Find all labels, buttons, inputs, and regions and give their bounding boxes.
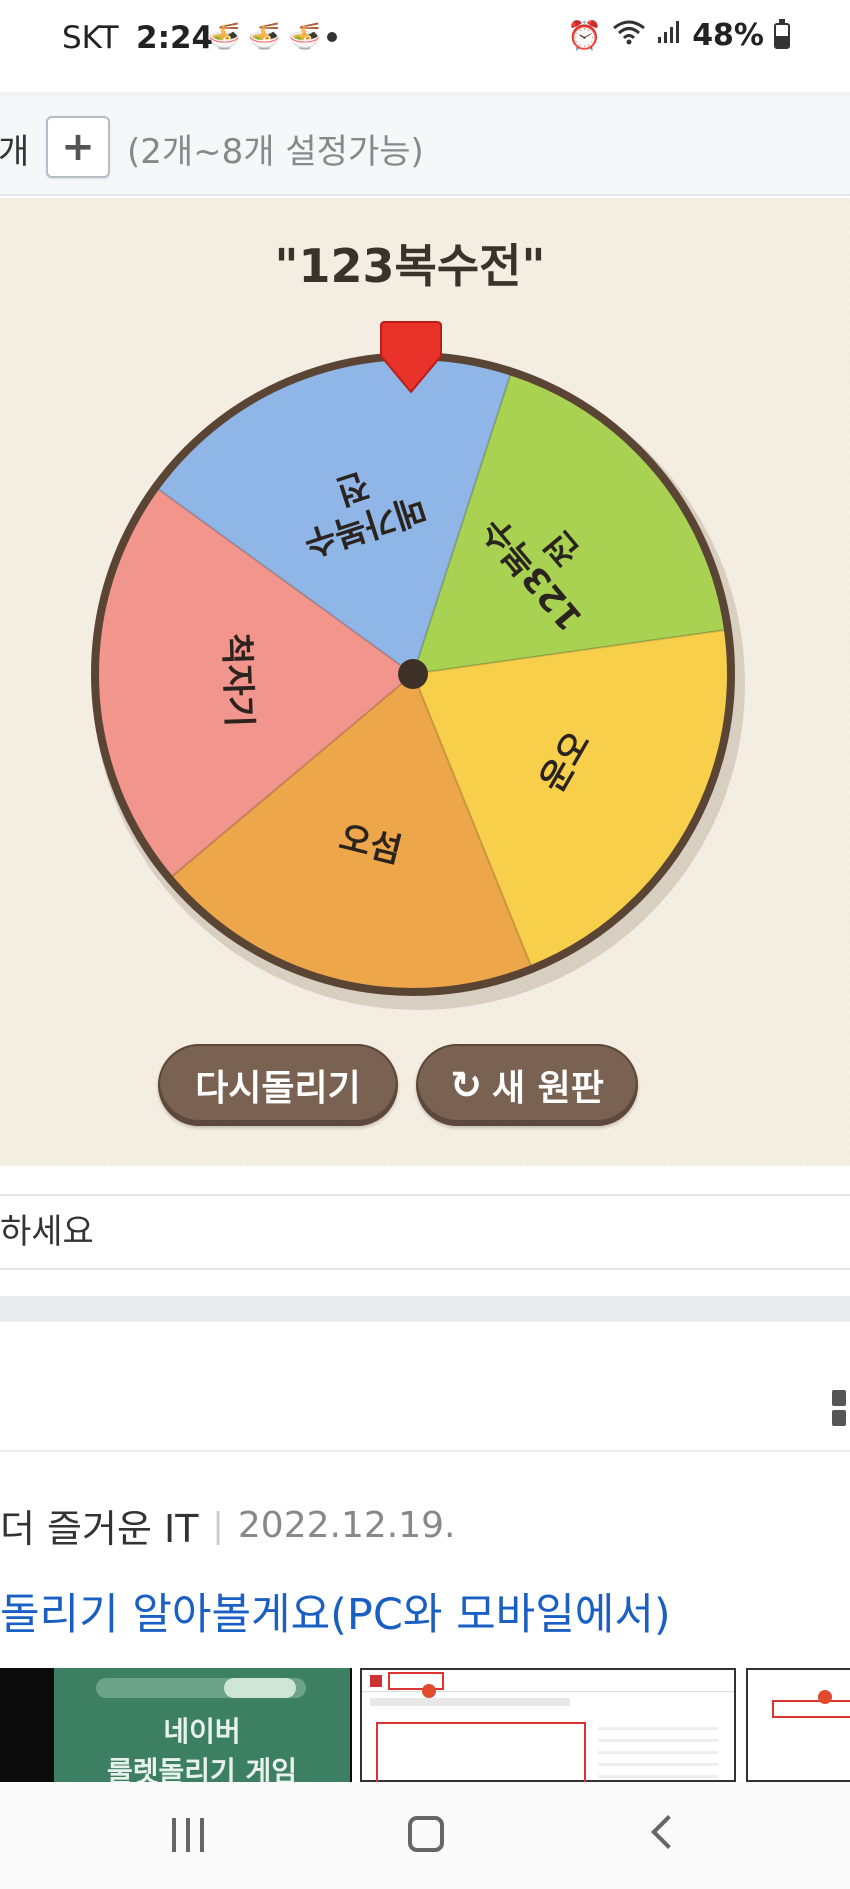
article-thumbnails: 네이버 룰렛돌리기 게임 (0, 1668, 850, 1782)
thumbnail-text-1: 네이버 (163, 1715, 241, 1748)
home-icon[interactable] (408, 1816, 444, 1852)
blog-name[interactable]: 더 즐거운 IT (0, 1498, 198, 1553)
meta-separator: | (212, 1505, 224, 1546)
new-wheel-button[interactable]: ↻ 새 원판 (416, 1044, 638, 1126)
thumbnail-badge (422, 1684, 436, 1698)
noodle-icon: 🍜 (208, 22, 241, 52)
thumbnail-highlight-panel (376, 1722, 586, 1782)
carrier-label: SKT (62, 20, 119, 56)
noodle-icon: 🍜 (248, 22, 281, 52)
thumbnail-logo (370, 1675, 382, 1687)
thumbnail-highlight (772, 1700, 850, 1718)
thumbnail-side-list (598, 1722, 718, 1778)
count-hint: (2개~8개 설정가능) (127, 132, 424, 172)
roulette-wheel[interactable]: 123복수전운오오섬척자기메가복수전 (0, 198, 850, 1018)
thumbnail-text-2: 룰렛돌리기 게임 (106, 1755, 298, 1782)
thumbnail-highlight (388, 1672, 444, 1690)
respin-button[interactable]: 다시돌리기 (158, 1044, 398, 1126)
thumbnail-badge (818, 1690, 832, 1704)
signal-icon (656, 19, 682, 52)
noodle-icon: 🍜 (288, 22, 322, 52)
item-input[interactable] (0, 1196, 850, 1268)
article-title-link[interactable]: 돌리기 알아볼게요(PC와 모바일에서) (0, 1580, 671, 1642)
grid-view-icon[interactable] (832, 1390, 850, 1430)
status-right: ⏰ 48% (567, 18, 790, 53)
clock: 2:24 (136, 20, 214, 56)
thumbnail-2[interactable] (360, 1668, 736, 1782)
recents-icon[interactable] (172, 1818, 204, 1852)
alarm-icon: ⏰ (567, 19, 603, 52)
slice-label-text: 척자기 (216, 633, 259, 728)
slice-label: 척자기 (216, 633, 259, 728)
battery-icon (774, 18, 790, 49)
more-notifications-dot (327, 32, 337, 42)
slice-count-bar: 개 + (2개~8개 설정가능) (0, 96, 850, 196)
system-nav-bar (0, 1782, 850, 1889)
add-slice-button[interactable]: + (46, 116, 110, 178)
thumbnail-pill (96, 1678, 306, 1698)
article-meta: 더 즐거운 IT | 2022.12.19. (0, 1498, 455, 1553)
wheel-hub (398, 659, 428, 689)
new-wheel-label: 새 원판 (491, 1068, 604, 1109)
back-icon[interactable] (651, 1815, 685, 1849)
thumbnail-1[interactable]: 네이버 룰렛돌리기 게임 (0, 1668, 352, 1782)
section-header (0, 1322, 850, 1452)
notification-icons: 🍜 🍜 🍜 (208, 22, 321, 52)
status-bar: SKT 2:24 🍜 🍜 🍜 ⏰ 48% (0, 0, 850, 92)
battery-percent: 48% (692, 18, 764, 53)
count-unit-label: 개 (0, 132, 30, 172)
thumbnail-3[interactable] (746, 1668, 850, 1782)
thumbnail-nav (370, 1698, 570, 1706)
roulette-panel: "123복수전" 123복수 전 운오 오섬 척자기 메가복수 전 다시돌리기 ↻ 새 원판 (0, 198, 850, 1166)
article-date: 2022.12.19. (237, 1505, 456, 1546)
wifi-icon (612, 18, 646, 53)
spacer (0, 1166, 850, 1194)
refresh-icon: ↻ (450, 1063, 482, 1107)
section-divider (0, 1296, 850, 1322)
item-input-row (0, 1194, 850, 1270)
